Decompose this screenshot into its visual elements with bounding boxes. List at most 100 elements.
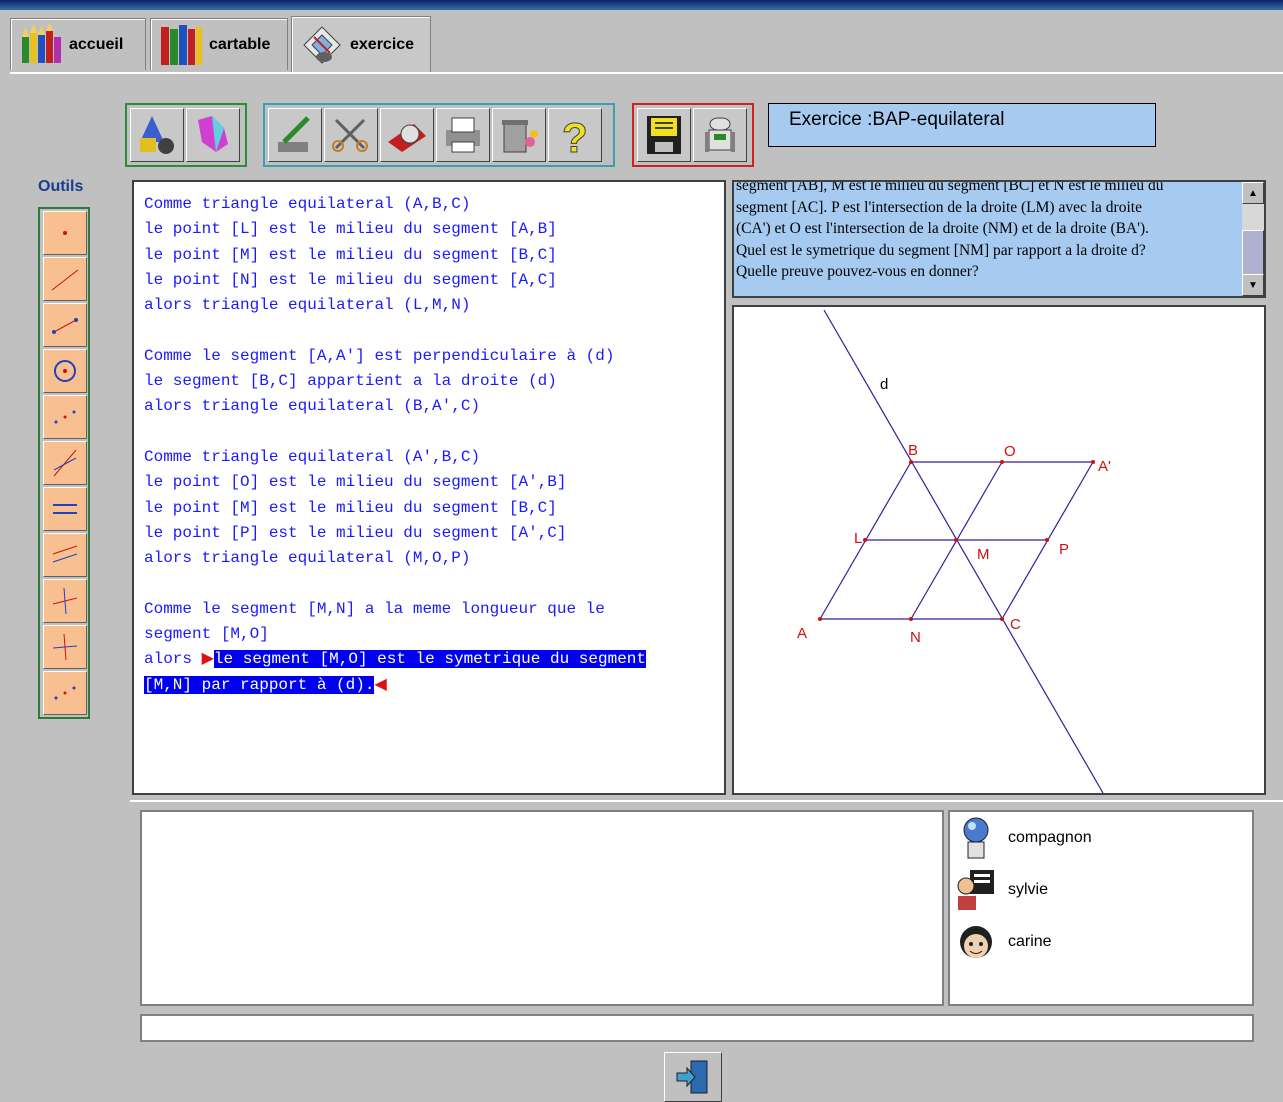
proof-line: le point [N] est le milieu du segment [A… [144,270,557,289]
proof-line: le point [L] est le milieu du segment [A… [144,220,557,239]
scroll-thumb[interactable] [1242,230,1264,276]
circle-tool-icon [54,360,76,382]
help-icon: ? [562,114,589,159]
proof-conclusion-line: alors ▶le segment [M,O] est le symetriqu… [144,647,714,672]
end-marker-icon[interactable]: ◀ [374,676,386,694]
exercise-statement: segment [AB], M est le milieu du segment… [732,180,1266,298]
segment-tool[interactable] [43,303,87,347]
proof-line: Comme le segment [M,N] a la meme longueu… [144,599,605,618]
label-d: d [880,376,888,393]
label-A: A [797,625,807,642]
bisector-tool[interactable] [43,441,87,485]
proof-conclusion-line: [M,N] par rapport à (d).◀ [144,673,714,698]
robot-button[interactable] [693,108,747,162]
save-button[interactable] [637,108,691,162]
line-tool-icon [51,269,79,291]
point-C[interactable] [1000,617,1004,621]
tab-label: cartable [209,35,271,53]
midpoint-tool[interactable] [43,671,87,715]
print-button[interactable] [436,108,490,162]
perpendicular-line-tool[interactable] [43,625,87,669]
tab-label: exercice [350,35,415,53]
proof-line: alors triangle equilateral (B,A',C) [144,397,481,416]
point-A2[interactable] [1091,460,1095,464]
perpendicular-tool-icon [52,587,78,615]
tab-cartable[interactable]: cartable [150,18,288,70]
proof-line: le point [M] est le milieu du segment [B… [144,498,557,517]
perpendicular-tool[interactable] [43,579,87,623]
label-B: B [908,442,918,459]
label-O: O [1004,443,1016,460]
proof-line [144,571,714,596]
point-A[interactable] [818,617,822,621]
label-A2: A' [1098,458,1111,475]
figure-canvas: d B O A' L M P A N C [797,309,1111,794]
participant-item[interactable]: carine [956,920,1052,964]
bisector-tool-icon [53,449,77,477]
points-tool[interactable] [43,395,87,439]
teacher-avatar-icon [957,870,994,910]
proof-editor[interactable]: Comme triangle equilateral (A,B,C) le po… [132,180,726,795]
proof-line: alors triangle equilateral (L,M,N) [144,296,471,315]
trash-button[interactable] [492,108,546,162]
point-N[interactable] [909,617,913,621]
point-O[interactable] [1000,460,1004,464]
participant-item[interactable]: compagnon [956,816,1092,860]
exit-button[interactable] [664,1052,722,1102]
shapes-button[interactable] [130,108,184,162]
help-button[interactable]: ? [548,108,602,162]
statement-line: segment [AB], M est le milieu du segment… [736,180,1164,194]
exit-door-icon [676,1060,708,1094]
printer-icon [446,117,480,153]
circle-tool[interactable] [43,349,87,393]
tape-button[interactable] [380,108,434,162]
companion-avatar-icon [963,817,989,859]
scroll-down-icon[interactable]: ▼ [1242,274,1264,296]
selected-conclusion[interactable]: [M,N] par rapport à (d). [144,675,375,694]
toolbar-group-construct [125,103,247,167]
cut-button[interactable] [324,108,378,162]
statement-line: Quel est le symetrique du segment [NM] p… [736,241,1146,259]
proof-line: Comme triangle equilateral (A,B,C) [144,195,471,213]
crystal-button[interactable] [186,108,240,162]
participant-name: sylvie [1008,881,1049,898]
selected-conclusion[interactable]: le segment [M,O] est le symetrique du se… [213,650,646,669]
point-L[interactable] [863,538,867,542]
parallel-tool[interactable] [43,487,87,531]
statement-line: segment [AC]. P est l'intersection de la… [736,198,1142,216]
perpendicular-line-tool-icon [52,633,78,661]
tab-divider [10,72,1283,74]
proof-line [144,318,714,343]
toolbar-group-edit: ? [263,103,615,167]
start-marker-icon[interactable]: ▶ [202,650,214,668]
proof-line: Comme le segment [A,A'] est perpendicula… [144,346,615,365]
books-icon [161,24,202,65]
window-title-bar [0,0,1283,10]
geometry-figure[interactable]: d B O A' L M P A N C [732,305,1266,795]
tab-accueil[interactable]: accueil [10,18,146,70]
tab-label: accueil [69,35,124,53]
chat-input[interactable] [140,1014,1254,1042]
point-M[interactable] [954,538,958,542]
statement-scrollbar[interactable]: ▲ ▼ [1242,182,1264,296]
conclusion-prefix: alors [144,650,202,669]
proof-line: le segment [B,C] appartient a la droite … [144,372,557,391]
parallel-lines-tool[interactable] [43,533,87,577]
participant-item[interactable]: sylvie [956,868,1048,912]
tab-exercice[interactable]: exercice [291,16,431,72]
svg-text:?: ? [562,114,588,158]
point-P[interactable] [1045,538,1049,542]
proof-line: Comme triangle equilateral (A',B,C) [144,447,481,466]
crayons-icon [22,22,61,63]
participant-name: carine [1008,933,1052,950]
shapes-icon [140,116,174,154]
chat-area[interactable] [140,810,944,1006]
exercise-title-box: Exercice :BAP-equilateral [768,103,1156,147]
scroll-up-icon[interactable]: ▲ [1242,182,1264,204]
participant-name: compagnon [1008,829,1092,846]
line-tool[interactable] [43,257,87,301]
point-B[interactable] [909,460,913,464]
edit-button[interactable] [268,108,322,162]
point-tool[interactable] [43,211,87,255]
parallel-tool-icon [53,504,77,514]
